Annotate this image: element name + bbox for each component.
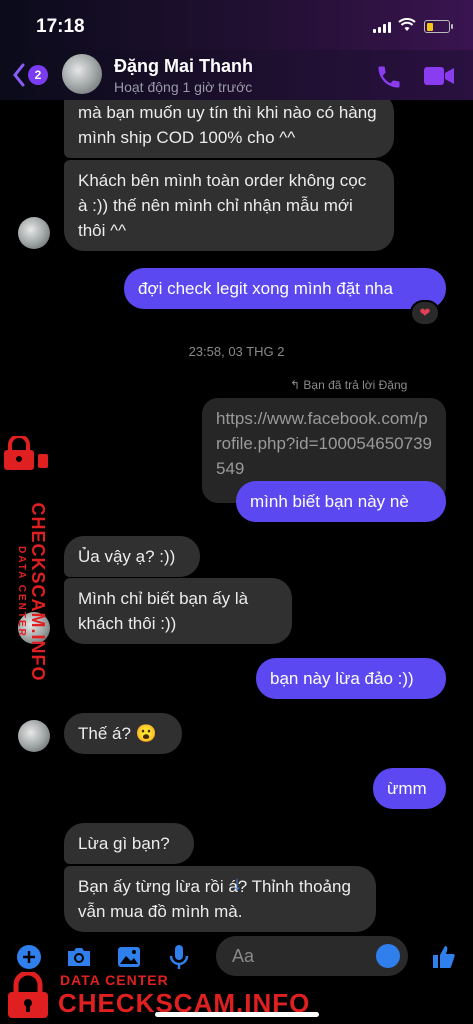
battery-icon: [424, 20, 453, 33]
emoji-icon[interactable]: [376, 944, 400, 968]
message-received[interactable]: Mình chỉ biết bạn ấy là khách thôi :)): [64, 578, 292, 644]
contact-activity-status: Hoạt động 1 giờ trước: [114, 79, 253, 95]
reply-indicator-text: Bạn đã trả lời Đặng: [303, 378, 408, 392]
message-sent[interactable]: ừmm: [373, 768, 446, 809]
clock: 17:18: [36, 16, 85, 37]
message-input[interactable]: [232, 944, 372, 968]
status-bar: 17:18: [0, 0, 473, 50]
video-call-icon[interactable]: [423, 65, 455, 87]
watermark-subtitle: DATA CENTER: [60, 972, 169, 988]
sender-avatar[interactable]: [18, 217, 50, 249]
lock-icon: [8, 972, 48, 1018]
lock-icon: [4, 436, 48, 470]
watermark-side-brand: CHECKSCAM.INFO: [28, 502, 48, 682]
message-received[interactable]: Lừa gì bạn?: [64, 823, 194, 864]
chevron-left-icon: [13, 63, 25, 87]
message-sent[interactable]: đợi check legit xong mình đặt nha: [124, 268, 446, 309]
message-thread[interactable]: mà bạn muốn uy tín thì khi nào có hàng m…: [0, 100, 473, 936]
message-sent[interactable]: bạn này lừa đảo :)): [256, 658, 446, 699]
reply-indicator: ↰ Bạn đã trả lời Đặng: [290, 378, 407, 392]
watermark-side: CHECKSCAM.INFO DATA CENTER: [2, 436, 54, 682]
message-received[interactable]: Thế á? 😮: [64, 713, 182, 754]
message-timestamp: 23:58, 03 THG 2: [188, 344, 285, 359]
wifi-icon: [398, 18, 416, 31]
message-received[interactable]: Khách bên mình toàn order không cọc à :)…: [64, 160, 394, 251]
sender-avatar[interactable]: [18, 720, 50, 752]
home-indicator[interactable]: [155, 1012, 319, 1017]
unread-badge: 2: [28, 65, 48, 85]
contact-name[interactable]: Đặng Mai Thanh: [114, 56, 253, 77]
message-received[interactable]: Ủa vậy ạ? :)): [64, 536, 200, 577]
message-received[interactable]: Bạn ấy từng lừa rồi á? Thỉnh thoảng vẫn …: [64, 866, 376, 932]
watermark-side-subtitle: DATA CENTER: [16, 546, 27, 638]
heart-reaction-icon[interactable]: ❤: [410, 300, 440, 326]
phone-call-icon[interactable]: [375, 63, 403, 91]
scroll-to-bottom-icon[interactable]: ↓: [223, 870, 251, 898]
message-received[interactable]: mà bạn muốn uy tín thì khi nào có hàng m…: [64, 100, 394, 158]
contact-avatar[interactable]: [62, 54, 102, 94]
message-sent[interactable]: mình biết bạn này nè: [236, 481, 446, 522]
watermark-side-text: CHECKSCAM.INFO DATA CENTER: [16, 492, 48, 692]
back-button[interactable]: 2: [12, 62, 52, 88]
signal-icon: [373, 22, 391, 33]
chat-header: 2 Đặng Mai Thanh Hoạt động 1 giờ trước: [0, 50, 473, 100]
reply-arrow-icon: ↰: [290, 378, 304, 392]
